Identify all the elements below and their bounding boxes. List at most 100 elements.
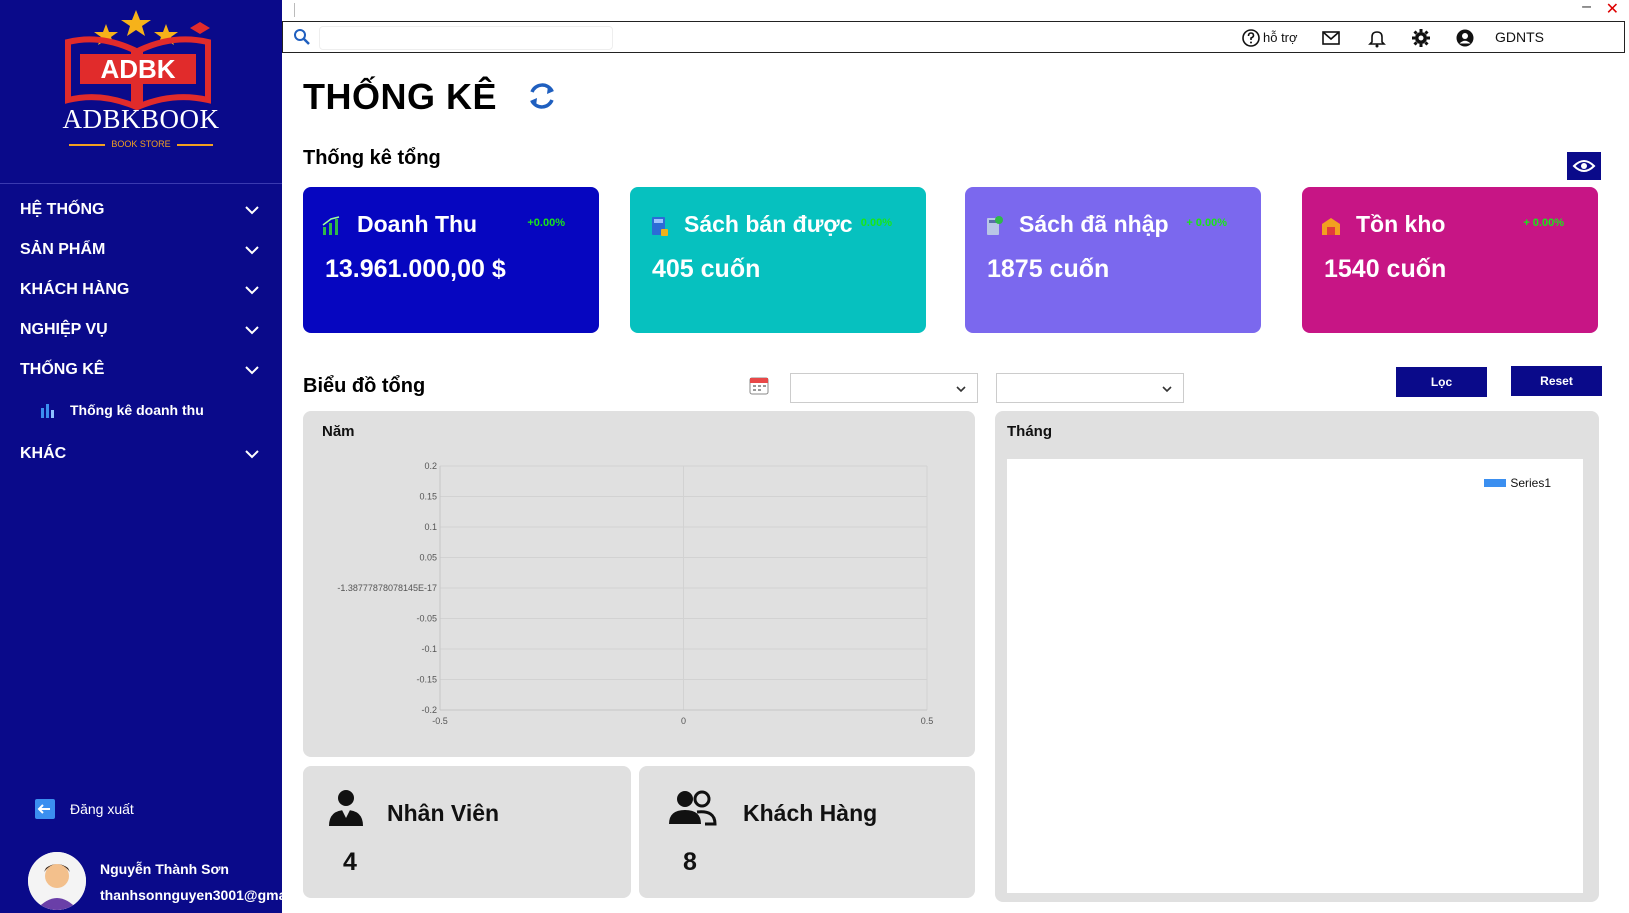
customer-count-card: Khách Hàng 8 xyxy=(639,766,975,898)
brand-tagline: BOOK STORE xyxy=(0,139,282,149)
logo-text: ADBK xyxy=(100,54,175,84)
stat-change: + 0.00% xyxy=(1186,217,1227,229)
customer-count-label: Khách Hàng xyxy=(743,800,878,826)
x-tick-label: 0 xyxy=(681,716,686,726)
section-title-chart: Biểu đồ tổng xyxy=(303,375,426,397)
y-tick-label: -0.1 xyxy=(421,644,437,654)
x-tick-label: 0.5 xyxy=(921,716,934,726)
help-label[interactable]: hỗ trợ xyxy=(1263,30,1298,45)
sidebar-item-khac[interactable]: KHÁC xyxy=(0,437,282,471)
sidebar-divider xyxy=(0,183,282,184)
y-tick-label: 0.05 xyxy=(419,553,437,563)
chevron-down-icon xyxy=(245,326,259,335)
avatar xyxy=(28,852,86,910)
logout-button[interactable]: Đăng xuất xyxy=(34,798,134,820)
filter-button[interactable]: Lọc xyxy=(1396,367,1487,397)
chevron-down-icon xyxy=(245,450,259,459)
sidebar-item-label: KHÁCH HÀNG xyxy=(20,281,130,298)
toggle-visibility-button[interactable] xyxy=(1567,152,1601,180)
year-chart: 0.2 0.15 0.1 0.05 -1.38777878078145E-17 -0.05… xyxy=(337,461,934,726)
sidebar-item-khach-hang[interactable]: KHÁCH HÀNG xyxy=(0,273,282,307)
legend-label: Series1 xyxy=(1510,476,1551,490)
sidebar-subitem-label: Thống kê doanh thu xyxy=(70,402,204,418)
chevron-down-icon xyxy=(1162,386,1172,393)
search-icon[interactable] xyxy=(293,28,311,46)
month-select[interactable] xyxy=(996,373,1184,403)
sidebar-item-label: NGHIỆP VỤ xyxy=(20,321,108,338)
logout-icon xyxy=(35,799,55,819)
stat-label: Tồn kho xyxy=(1356,211,1446,237)
user-email: thanhsonnguyen3001@gmail.com xyxy=(100,887,282,903)
y-tick-label: 0.2 xyxy=(424,461,437,471)
sidebar-item-he-thong[interactable]: HỆ THỐNG xyxy=(0,193,282,227)
stat-card-books-imported: Sách đã nhập + 0.00% 1875 cuốn xyxy=(965,187,1261,333)
import-book-icon xyxy=(987,216,1003,235)
year-select[interactable] xyxy=(790,373,978,403)
sidebar-item-san-pham[interactable]: SẢN PHẨM xyxy=(0,233,282,267)
year-chart-panel: Năm 0.2 0.15 0.1 0.05 -1.38777878078145E-17-… xyxy=(303,411,975,757)
y-tick-label: -0.2 xyxy=(421,705,437,715)
gear-icon[interactable] xyxy=(1411,28,1431,48)
stat-value: 405 cuốn xyxy=(652,255,761,283)
help-icon[interactable] xyxy=(1241,28,1261,48)
chevron-down-icon xyxy=(245,286,259,295)
window-titlebar: – ✕ xyxy=(282,0,1629,20)
book-icon xyxy=(652,217,668,236)
sidebar-item-thong-ke[interactable]: THỐNG KÊ xyxy=(0,353,282,387)
account-icon[interactable] xyxy=(1455,28,1475,48)
stat-label: Sách bán được xyxy=(684,211,853,237)
eye-icon xyxy=(1572,160,1596,172)
stat-change: +0.00% xyxy=(527,217,565,229)
page-title: THỐNG KÊ xyxy=(303,76,498,117)
employee-count-label: Nhân Viên xyxy=(387,800,500,826)
customer-count-value: 8 xyxy=(683,848,697,876)
employee-count-card: Nhân Viên 4 xyxy=(303,766,631,898)
sidebar-item-nghiep-vu[interactable]: NGHIỆP VỤ xyxy=(0,313,282,347)
y-tick-label: 0.15 xyxy=(419,492,437,502)
month-chart-title: Tháng xyxy=(1007,423,1052,440)
chart-legend: Series1 xyxy=(1484,476,1551,490)
logout-label: Đăng xuất xyxy=(70,801,134,817)
legend-swatch xyxy=(1484,479,1507,487)
toolbar: hỗ trợ GDNTS xyxy=(282,21,1625,53)
month-chart: Series1 xyxy=(1007,459,1583,893)
stat-card-inventory: Tồn kho + 0.00% 1540 cuốn xyxy=(1302,187,1598,333)
app-window: ADBK ADBKBOOK BOOK STORE HỆ THỐNG SẢN PH… xyxy=(0,0,1629,913)
bell-icon[interactable] xyxy=(1367,28,1387,48)
user-avatar-icon xyxy=(28,852,86,910)
mail-icon[interactable] xyxy=(1321,28,1341,48)
sidebar-subitem-revenue-stats[interactable]: Thống kê doanh thu xyxy=(40,395,204,425)
brand-name: ADBKBOOK xyxy=(62,104,220,134)
minimize-button[interactable]: – xyxy=(1582,0,1591,16)
chevron-down-icon xyxy=(245,206,259,215)
reset-button[interactable]: Reset xyxy=(1511,366,1602,396)
user-code: GDNTS xyxy=(1495,29,1544,45)
stat-label: Sách đã nhập xyxy=(1019,211,1169,237)
employee-icon xyxy=(329,790,363,826)
stat-change: + 0.00% xyxy=(1523,217,1564,229)
stat-card-revenue: Doanh Thu +0.00% 13.961.000,00 $ xyxy=(303,187,599,333)
bar-chart-icon xyxy=(41,404,54,418)
close-button[interactable]: ✕ xyxy=(1606,0,1619,19)
stat-value: 13.961.000,00 $ xyxy=(325,255,506,283)
month-chart-panel: Tháng Series1 xyxy=(995,411,1599,902)
refresh-icon[interactable] xyxy=(524,78,560,114)
sidebar-item-label: KHÁC xyxy=(20,445,67,462)
y-tick-label: 0.1 xyxy=(424,522,437,532)
chevron-down-icon xyxy=(245,246,259,255)
chevron-down-icon xyxy=(956,386,966,393)
titlebar-divider xyxy=(294,3,295,17)
stat-card-books-sold: Sách bán được 0.00% 405 cuốn xyxy=(630,187,926,333)
stat-value: 1540 cuốn xyxy=(1324,255,1447,283)
section-title-total: Thống kê tổng xyxy=(303,147,441,169)
stat-value: 1875 cuốn xyxy=(987,255,1110,283)
calendar-icon[interactable] xyxy=(748,374,770,396)
employee-count-value: 4 xyxy=(343,848,357,876)
search-input[interactable] xyxy=(319,26,613,50)
sidebar-item-label: SẢN PHẨM xyxy=(20,241,106,258)
chevron-down-icon xyxy=(245,366,259,375)
y-tick-label: -1.38777878078145E-17 xyxy=(337,583,437,593)
sidebar-item-label: THỐNG KÊ xyxy=(20,361,105,378)
y-tick-label: -0.15 xyxy=(416,675,437,685)
stat-change: 0.00% xyxy=(860,217,892,229)
